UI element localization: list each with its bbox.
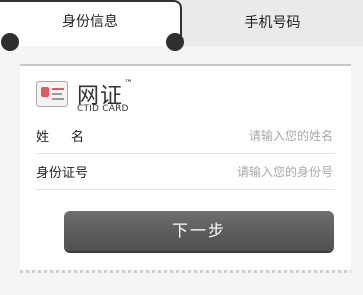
name-input[interactable] <box>141 125 335 147</box>
id-number-label: 身份证号 <box>36 166 89 181</box>
id-number-input[interactable] <box>141 161 335 183</box>
name-row: 姓名 <box>20 118 351 154</box>
id-number-row: 身份证号 <box>20 154 351 190</box>
ctid-logo: 网证 ™ CTID CARD <box>36 79 156 115</box>
tab-bar: 身份信息 手机号码 <box>0 0 363 51</box>
tab-decoration-right <box>166 33 184 51</box>
row-divider <box>36 189 335 190</box>
brand-subtitle: CTID CARD <box>77 104 129 114</box>
brand-trademark: ™ <box>124 79 133 89</box>
name-label: 姓名 <box>36 130 107 145</box>
tab-identity-info[interactable]: 身份信息 <box>0 0 182 46</box>
next-step-button[interactable]: 下一步 <box>64 211 334 251</box>
tab-phone-number[interactable]: 手机号码 <box>182 0 363 46</box>
id-card-icon <box>36 81 68 107</box>
tab-decoration-left <box>1 33 19 51</box>
identity-card-form: 网证 ™ CTID CARD 姓名 身份证号 下一步 <box>20 64 351 273</box>
